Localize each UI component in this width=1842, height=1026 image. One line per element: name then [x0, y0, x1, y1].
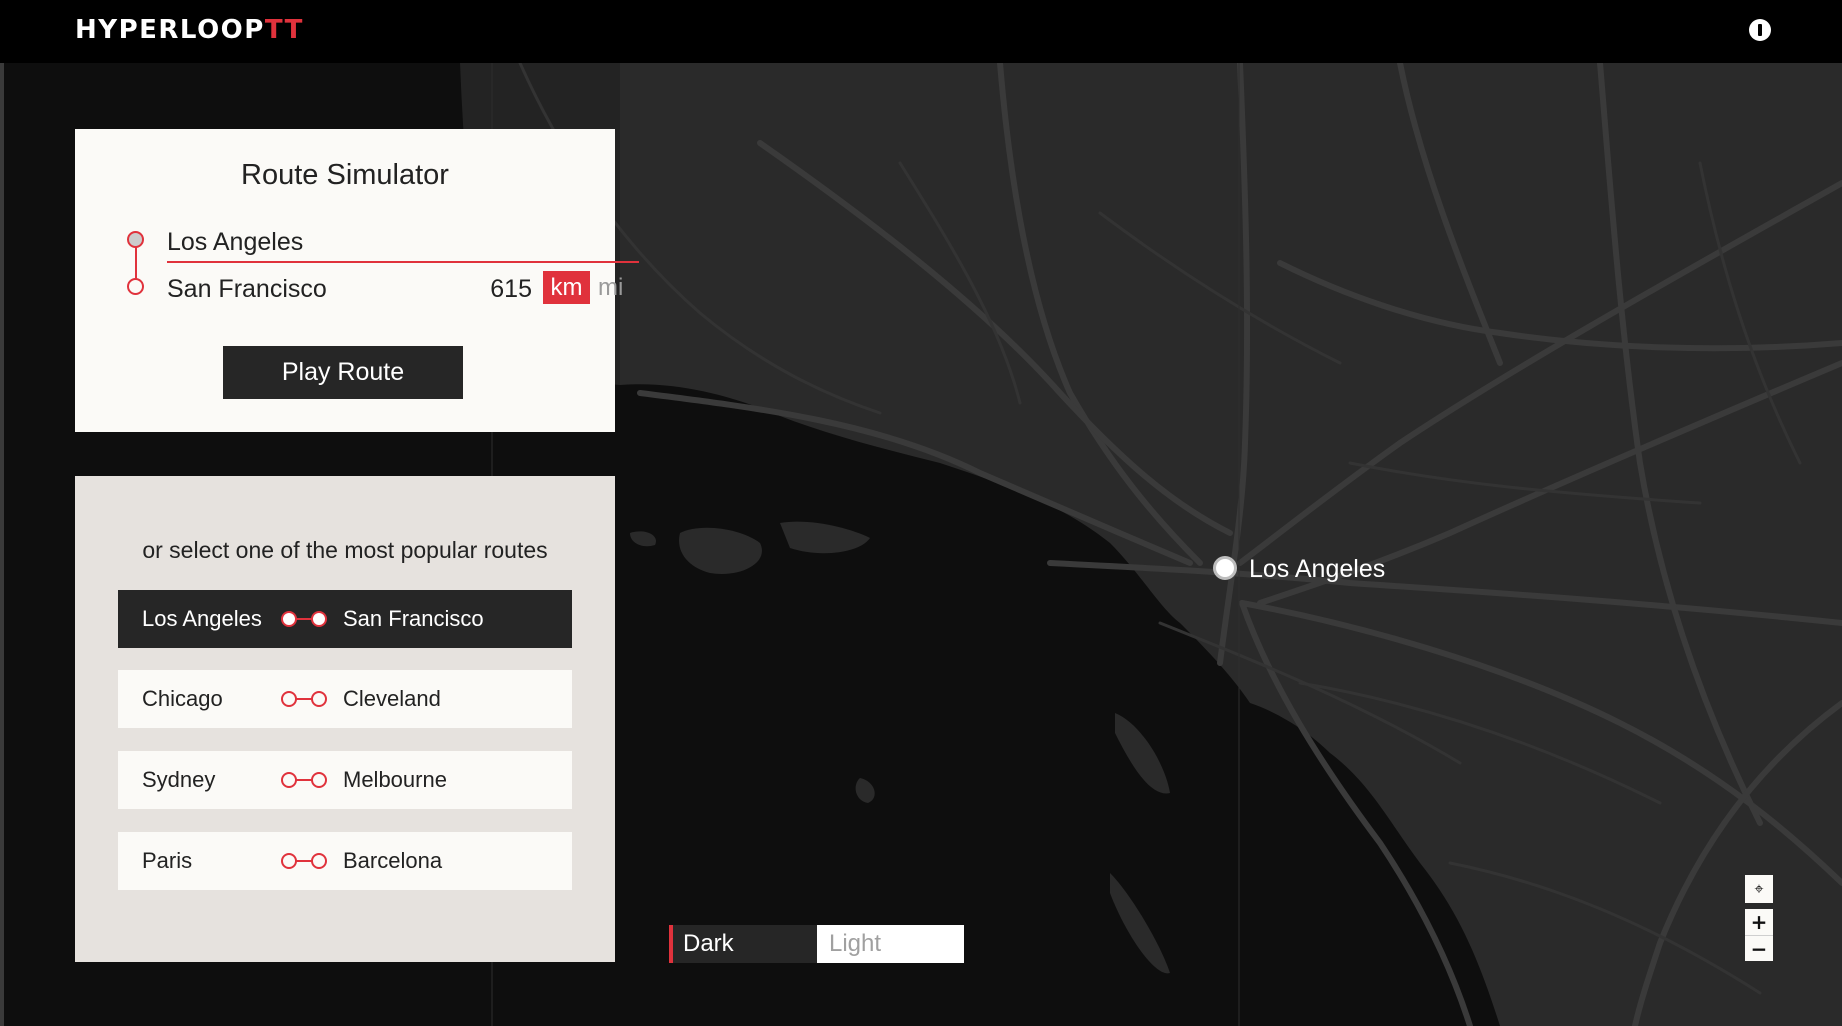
play-route-button[interactable]: Play Route [223, 346, 463, 399]
route-from: Chicago [142, 686, 223, 711]
zoom-out-button[interactable]: − [1745, 935, 1773, 961]
route-option-chicago-cleveland[interactable]: Chicago Cleveland [118, 670, 572, 728]
route-to: Melbourne [343, 767, 447, 792]
top-bar: HYPERLOOPTT [0, 0, 1842, 63]
panel-title: Route Simulator [241, 159, 449, 191]
destination-dot-icon [127, 278, 144, 295]
origin-dot-icon [127, 231, 144, 248]
route-from: Paris [142, 848, 193, 873]
route-to: San Francisco [343, 606, 484, 631]
app-frame: HYPERLOOPTT Route Simulator 615 km mi Pl… [0, 0, 1842, 1026]
route-connector-icon [281, 772, 327, 788]
route-to: Barcelona [343, 848, 443, 873]
route-connector-icon [281, 611, 327, 627]
destination-input[interactable] [167, 272, 417, 306]
city-marker-label: Los Angeles [1249, 555, 1386, 583]
distance-value: 615 [490, 275, 532, 303]
unit-mi-toggle[interactable]: mi [598, 271, 623, 304]
route-line-icon [135, 247, 137, 279]
minus-icon: − [1750, 937, 1768, 961]
unit-km-toggle[interactable]: km [543, 271, 590, 304]
map-island-6 [630, 531, 656, 547]
map-island-1 [679, 527, 762, 574]
locate-button[interactable]: ⌖ [1745, 875, 1773, 903]
crosshair-icon: ⌖ [1754, 879, 1764, 898]
theme-light-button[interactable]: Light [817, 925, 964, 963]
theme-dark-button[interactable]: Dark [669, 925, 817, 963]
route-from: Los Angeles [142, 606, 262, 631]
route-connector-icon [281, 853, 327, 869]
route-to: Cleveland [343, 686, 441, 711]
brand-logo[interactable]: HYPERLOOPTT [75, 15, 304, 45]
route-option-sydney-melbourne[interactable]: Sydney Melbourne [118, 751, 572, 809]
logo-accent-text: TT [264, 15, 304, 45]
map-island-5 [855, 778, 875, 803]
window-left-edge [0, 0, 4, 1026]
popular-routes-heading: or select one of the most popular routes [142, 537, 548, 563]
route-option-la-sf[interactable]: Los Angeles San Francisco [118, 590, 572, 648]
origin-input[interactable] [167, 225, 639, 259]
info-icon[interactable] [1749, 19, 1771, 41]
route-simulator-panel: Route Simulator 615 km mi Play Route [75, 129, 639, 432]
map-island-2 [780, 521, 870, 554]
popular-routes-panel: or select one of the most popular routes… [75, 476, 615, 962]
city-marker-icon[interactable] [1213, 556, 1237, 580]
plus-icon: + [1750, 910, 1768, 934]
zoom-in-button[interactable]: + [1745, 909, 1773, 935]
map-island-4 [1110, 873, 1170, 974]
logo-main-text: HYPERLOOP [75, 15, 265, 45]
origin-input-underline [167, 261, 639, 263]
route-option-paris-barcelona[interactable]: Paris Barcelona [118, 832, 572, 890]
route-connector-icon [281, 691, 327, 707]
route-from: Sydney [142, 767, 216, 792]
map-island-3 [1115, 713, 1170, 794]
